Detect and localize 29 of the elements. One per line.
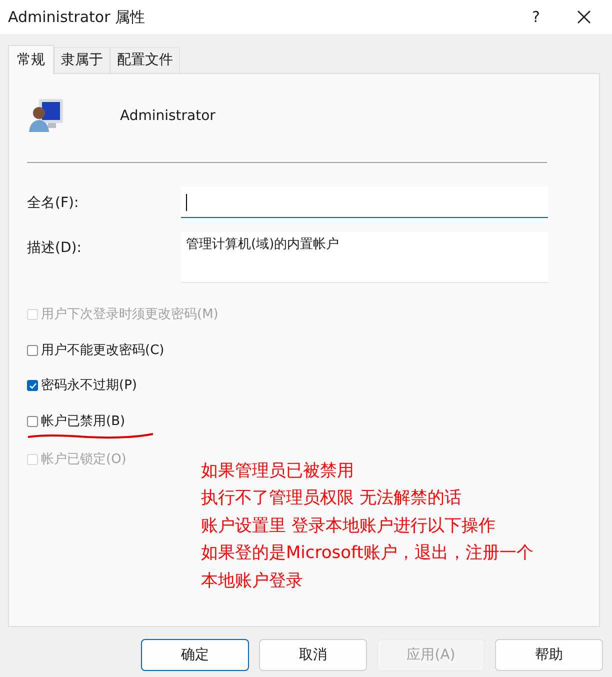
annotation-line: 本地账户登录: [201, 570, 304, 592]
dialog-button[interactable]: 帮助: [495, 639, 603, 671]
annotation-line: 账户设置里 登录本地账户进行以下操作: [201, 514, 496, 538]
close-icon: [577, 10, 591, 24]
tab[interactable]: 配置文件: [110, 47, 180, 73]
annotation-line: 执行不了管理员权限 无法解禁的话: [201, 487, 462, 510]
tab[interactable]: 常规: [8, 45, 54, 74]
description-field[interactable]: 管理计算机(域)的内置帐户: [181, 232, 548, 283]
user-name: Administrator: [120, 106, 216, 126]
field-label: 全名(F):: [27, 194, 80, 213]
dialog-button[interactable]: 确定: [141, 639, 249, 671]
check-icon: [28, 382, 36, 390]
checkbox-label: 用户下次登录时须更改密码(M): [41, 306, 218, 324]
checkbox[interactable]: [27, 416, 38, 427]
checkbox-label: 帐户已禁用(B): [41, 412, 126, 430]
dialog-button[interactable]: 取消: [259, 639, 367, 671]
full-name-field[interactable]: [181, 187, 548, 218]
tab[interactable]: 隶属于: [54, 47, 110, 73]
field-label: 描述(D):: [27, 239, 82, 258]
checkbox[interactable]: [27, 380, 38, 392]
checkbox-label: 密码永不过期(P): [41, 377, 137, 395]
help-button[interactable]: ?: [516, 0, 556, 34]
annotation-line: 如果管理员已被禁用: [201, 460, 355, 482]
checkbox-label: 用户不能更改密码(C): [41, 342, 164, 360]
checkbox[interactable]: [27, 344, 38, 356]
checkbox-label: 帐户已锁定(O): [41, 451, 126, 469]
window-title: Administrator 属性: [8, 6, 146, 28]
annotation-line: 如果登的是Microsoft账户，退出，注册一个: [201, 542, 534, 565]
text-cursor: [186, 194, 187, 210]
